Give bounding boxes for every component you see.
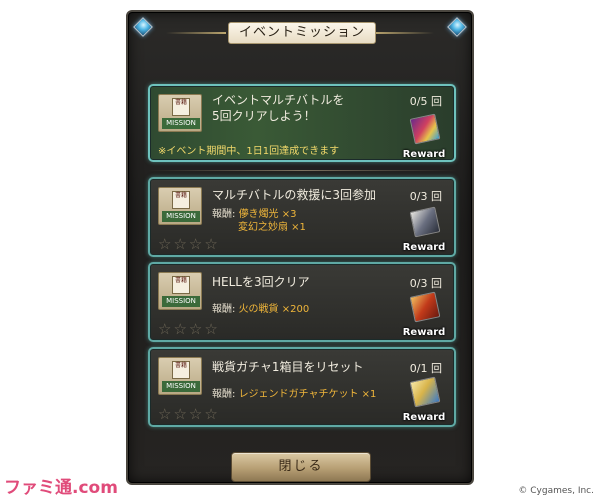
dialog-title: イベントミッション <box>228 22 376 44</box>
mission-scroll-text: 書籍 <box>172 191 190 209</box>
mission-tag: MISSION <box>162 381 200 392</box>
mission-scroll-text: 書籍 <box>172 276 190 294</box>
reward-card-icon <box>409 376 441 408</box>
mission-title: イベントマルチバトルを 5回クリアしよう！ <box>212 92 392 124</box>
mission-note: ※イベント期間中、1日1回達成できます <box>158 146 340 157</box>
mission-title: 戦貨ガチャ1箱目をリセット <box>212 360 364 374</box>
section-divider <box>148 170 456 171</box>
mission-card-gacha-reset[interactable]: 書籍 MISSION 戦貨ガチャ1箱目をリセット 0/1 回 報酬: レジェンド… <box>148 347 456 427</box>
mission-scroll-icon: 書籍 MISSION <box>158 94 202 132</box>
reward-label: Reward <box>402 412 446 423</box>
reward-button[interactable]: Reward <box>402 206 446 253</box>
reward-line-1: 報酬: レジェンドガチャチケット ×1 <box>212 385 376 400</box>
reward-card-icon <box>409 291 441 323</box>
reward-button[interactable]: Reward <box>402 291 446 338</box>
corner-gem-icon <box>447 17 467 37</box>
mission-scroll-text: 書籍 <box>172 361 190 379</box>
mission-scroll-icon: 書籍 MISSION <box>158 357 202 395</box>
mission-scroll-icon: 書籍 MISSION <box>158 187 202 225</box>
reward-item: 火の戦貨 ×200 <box>238 304 310 315</box>
mission-title-line2: 5回クリアしよう！ <box>212 109 316 123</box>
mission-progress-count: 0/3 回 <box>409 277 442 290</box>
corner-gem-icon <box>133 17 153 37</box>
mission-title-line1: イベントマルチバトルを <box>212 93 345 107</box>
reward-prefix: 報酬: <box>212 389 236 400</box>
mission-card-event-multi[interactable]: 書籍 MISSION イベントマルチバトルを 5回クリアしよう！ 0/5 回 ※… <box>148 84 456 162</box>
star-rating: ☆☆☆☆ <box>158 235 220 253</box>
reward-label: Reward <box>402 242 446 253</box>
reward-item: レジェンドガチャチケット ×1 <box>238 389 377 400</box>
mission-scroll-icon: 書籍 MISSION <box>158 272 202 310</box>
copyright-text: © Cygames, Inc. <box>518 486 594 496</box>
mission-scroll-text: 書籍 <box>172 98 190 116</box>
star-rating: ☆☆☆☆ <box>158 405 220 423</box>
reward-card-icon <box>409 206 441 238</box>
reward-label: Reward <box>402 149 446 160</box>
mission-tag: MISSION <box>162 211 200 222</box>
close-button[interactable]: 閉じる <box>231 452 371 482</box>
mission-progress-count: 0/3 回 <box>409 190 442 203</box>
mission-card-rescue[interactable]: 書籍 MISSION マルチバトルの救援に3回参加 0/3 回 報酬: 儚き燭光… <box>148 177 456 257</box>
reward-prefix: 報酬: <box>212 304 236 315</box>
reward-item: 変幻之妙扇 ×1 <box>238 222 306 233</box>
site-logo: ファミ通.com <box>4 478 118 498</box>
mission-tag: MISSION <box>162 296 200 307</box>
mission-progress-count: 0/1 回 <box>409 362 442 375</box>
mission-dialog: イベントミッション 書籍 MISSION イベントマルチバトルを 5回クリアしよ… <box>126 10 474 485</box>
title-ornament <box>166 32 226 34</box>
mission-tag: MISSION <box>162 118 200 129</box>
mission-progress-count: 0/5 回 <box>409 95 442 108</box>
reward-button[interactable]: Reward <box>402 113 446 160</box>
reward-line-2: 変幻之妙扇 ×1 <box>238 218 306 233</box>
reward-prefix: 報酬: <box>212 209 236 220</box>
title-ornament <box>374 32 434 34</box>
mission-title: HELLを3回クリア <box>212 275 310 289</box>
mission-title: マルチバトルの救援に3回参加 <box>212 188 376 202</box>
reward-card-icon <box>409 113 441 145</box>
star-rating: ☆☆☆☆ <box>158 320 220 338</box>
mission-card-hell[interactable]: 書籍 MISSION HELLを3回クリア 0/3 回 報酬: 火の戦貨 ×20… <box>148 262 456 342</box>
reward-line-1: 報酬: 火の戦貨 ×200 <box>212 300 309 315</box>
reward-label: Reward <box>402 327 446 338</box>
reward-button[interactable]: Reward <box>402 376 446 423</box>
